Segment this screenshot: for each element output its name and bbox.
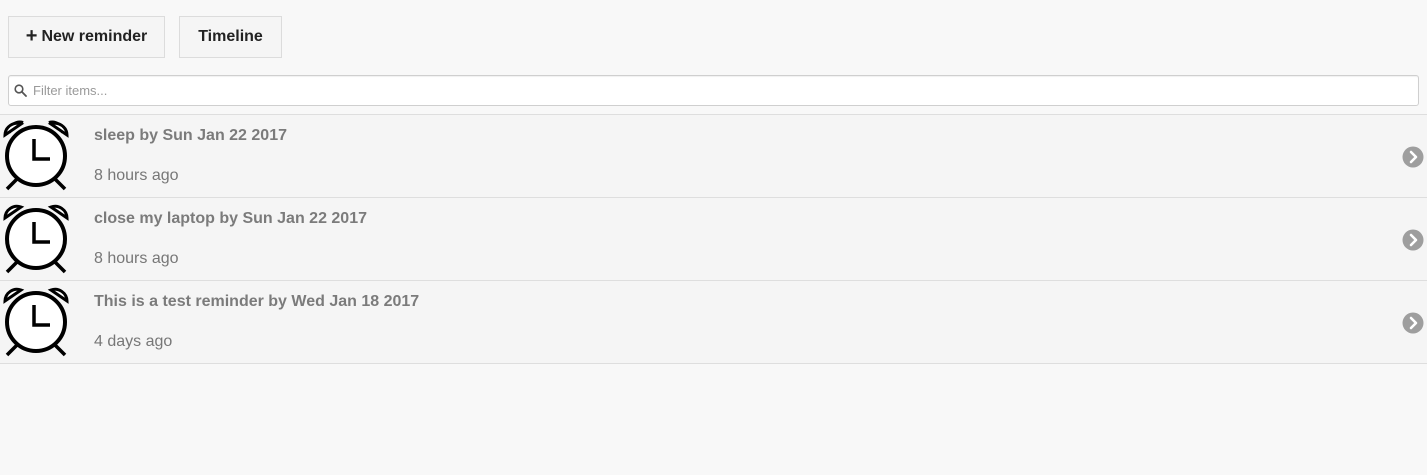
- reminder-title: sleep by Sun Jan 22 2017: [94, 127, 287, 144]
- alarm-clock-icon: [3, 120, 69, 191]
- reminder-title: close my laptop by Sun Jan 22 2017: [94, 210, 367, 227]
- reminder-time: 4 days ago: [94, 333, 173, 350]
- filter-box: [8, 75, 1419, 106]
- new-reminder-label: New reminder: [41, 28, 148, 45]
- reminder-title: This is a test reminder by Wed Jan 18 20…: [94, 293, 420, 310]
- alarm-clock-icon: [3, 287, 69, 357]
- reminder-list: sleep by Sun Jan 22 2017 8 hours ago clo…: [0, 114, 1427, 364]
- chevron-right-icon: [1402, 312, 1424, 334]
- reminder-time: 8 hours ago: [94, 167, 179, 184]
- chevron-right-icon: [1402, 229, 1424, 251]
- filter-input[interactable]: [33, 79, 1403, 102]
- new-reminder-button[interactable]: + New reminder: [8, 16, 165, 58]
- alarm-clock-icon: [3, 204, 69, 274]
- chevron-right-icon: [1402, 146, 1424, 168]
- search-icon: [14, 84, 27, 97]
- reminder-item[interactable]: This is a test reminder by Wed Jan 18 20…: [0, 280, 1427, 364]
- reminder-item[interactable]: sleep by Sun Jan 22 2017 8 hours ago: [0, 114, 1427, 197]
- timeline-label: Timeline: [198, 28, 263, 45]
- timeline-button[interactable]: Timeline: [179, 16, 282, 58]
- reminder-time: 8 hours ago: [94, 250, 179, 267]
- reminder-item[interactable]: close my laptop by Sun Jan 22 2017 8 hou…: [0, 197, 1427, 280]
- plus-icon: +: [25, 25, 38, 47]
